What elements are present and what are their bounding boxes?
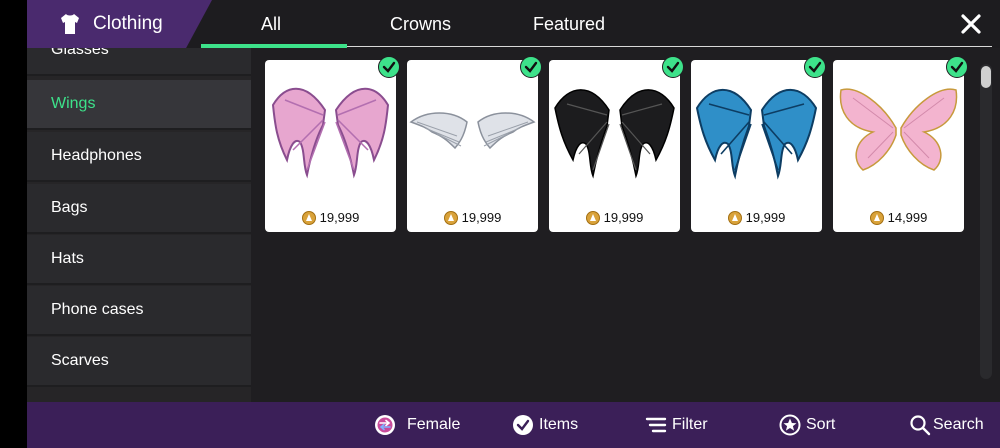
price: 19,999 xyxy=(549,210,680,225)
filter-label: Filter xyxy=(672,416,708,433)
grid-scrollbar[interactable] xyxy=(980,64,992,379)
coin-icon xyxy=(869,211,884,225)
blue-bat-wings-image xyxy=(695,88,818,180)
price-value: 19,999 xyxy=(319,210,360,225)
tshirt-icon xyxy=(61,14,79,34)
search-button[interactable]: Search xyxy=(908,402,998,448)
owned-check-icon xyxy=(520,56,542,78)
sidebar-item-headphones[interactable]: Headphones xyxy=(27,132,251,182)
scroll-thumb[interactable] xyxy=(981,66,991,88)
item-card[interactable]: 14,999 xyxy=(833,56,968,232)
pink-bat-wings-image xyxy=(271,87,390,179)
silver-angel-wings-image xyxy=(409,112,536,150)
header-divider xyxy=(347,46,992,47)
owned-check-icon xyxy=(378,56,400,78)
items-button[interactable]: Items xyxy=(511,402,601,448)
price-value: 19,999 xyxy=(603,210,644,225)
item-card[interactable]: 19,999 xyxy=(407,56,542,232)
sidebar-item-glasses[interactable]: Glasses xyxy=(27,48,251,76)
sidebar-item-bags[interactable]: Bags xyxy=(27,184,251,234)
price-value: 14,999 xyxy=(887,210,928,225)
item-card[interactable]: 19,999 xyxy=(549,56,684,232)
close-icon[interactable] xyxy=(959,12,983,36)
owned-check-icon xyxy=(804,56,826,78)
clothing-shop-screen: Clothing All Crowns Featured Glasses Win… xyxy=(27,0,1000,448)
pink-fairy-wings-image xyxy=(839,88,958,171)
female-toggle-button[interactable]: Female xyxy=(373,402,483,448)
black-bat-wings-image xyxy=(554,89,675,179)
coin-icon xyxy=(727,211,742,225)
item-card[interactable]: 19,999 xyxy=(265,56,400,232)
tab-crowns[interactable]: Crowns xyxy=(390,14,451,35)
sidebar-item-hats[interactable]: Hats xyxy=(27,235,251,285)
sort-icon xyxy=(779,414,801,436)
page-title: Clothing xyxy=(93,13,163,34)
tab-all[interactable]: All xyxy=(261,14,281,35)
header: Clothing All Crowns Featured xyxy=(27,0,1000,48)
owned-check-icon xyxy=(662,56,684,78)
items-label: Items xyxy=(539,416,579,433)
sidebar-item-wings[interactable]: Wings xyxy=(27,80,251,130)
category-sidebar[interactable]: Glasses Wings Headphones Bags Hats Phone… xyxy=(27,48,251,402)
sidebar-item-phone-cases[interactable]: Phone cases xyxy=(27,286,251,336)
coin-icon xyxy=(585,211,600,225)
tab-featured[interactable]: Featured xyxy=(533,14,605,35)
gender-switch-icon xyxy=(375,415,395,435)
female-label: Female xyxy=(407,416,461,433)
check-circle-icon xyxy=(513,415,533,435)
item-card[interactable]: 19,999 xyxy=(691,56,826,232)
sidebar-item-scarves[interactable]: Scarves xyxy=(27,337,251,387)
price-value: 19,999 xyxy=(461,210,502,225)
filter-icon xyxy=(645,417,667,433)
bottom-toolbar: Female Items Filter Sort Search xyxy=(27,402,1000,448)
filter-button[interactable]: Filter xyxy=(644,402,734,448)
price: 14,999 xyxy=(833,210,964,225)
search-icon xyxy=(910,415,931,436)
search-label: Search xyxy=(933,416,984,433)
sort-label: Sort xyxy=(806,416,836,433)
sort-button[interactable]: Sort xyxy=(778,402,858,448)
coin-icon xyxy=(443,211,458,225)
category-brand: Clothing xyxy=(27,0,212,48)
price-value: 19,999 xyxy=(745,210,786,225)
price: 19,999 xyxy=(265,210,396,225)
owned-check-icon xyxy=(946,56,968,78)
coin-icon xyxy=(301,211,316,225)
price: 19,999 xyxy=(691,210,822,225)
price: 19,999 xyxy=(407,210,538,225)
